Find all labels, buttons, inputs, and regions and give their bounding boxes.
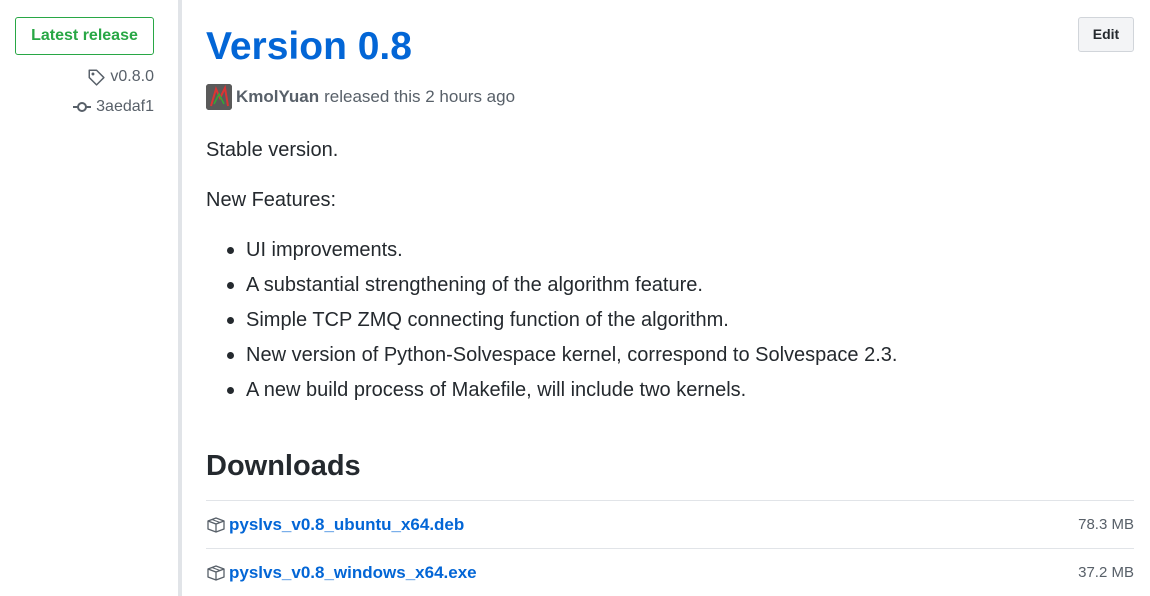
release-body: Version 0.8 Edit KmolYuan released this … (206, 0, 1134, 596)
download-link[interactable]: pyslvs_v0.8_ubuntu_x64.deb (229, 515, 464, 535)
edit-button[interactable]: Edit (1078, 17, 1134, 52)
release-intro: Stable version. (206, 139, 339, 161)
download-size: 37.2 MB (1078, 564, 1134, 581)
release-page: Latest release v0.8.0 3aedaf1 Version 0.… (0, 0, 1150, 596)
tag-icon (87, 68, 106, 86)
latest-release-badge[interactable]: Latest release (15, 17, 154, 55)
list-item: A new build process of Makefile, will in… (206, 378, 897, 413)
release-byline: KmolYuan released this 2 hours ago (206, 84, 515, 110)
release-meta: Latest release v0.8.0 3aedaf1 (0, 0, 180, 596)
commit-icon (73, 100, 92, 114)
download-row[interactable]: pyslvs_v0.8_windows_x64.exe 37.2 MB (206, 548, 1134, 596)
package-icon (206, 564, 226, 582)
features-list: UI improvements. A substantial strengthe… (206, 238, 897, 413)
author-link[interactable]: KmolYuan (236, 87, 319, 107)
avatar[interactable] (206, 84, 232, 110)
list-item: New version of Python-Solvespace kernel,… (206, 343, 897, 378)
list-item: A substantial strengthening of the algor… (206, 273, 897, 308)
commit-link[interactable]: 3aedaf1 (73, 98, 154, 116)
column-divider (178, 0, 182, 596)
download-link[interactable]: pyslvs_v0.8_windows_x64.exe (229, 563, 477, 583)
commit-label: 3aedaf1 (96, 98, 154, 115)
tag-link[interactable]: v0.8.0 (87, 68, 154, 86)
tag-label: v0.8.0 (110, 68, 154, 85)
released-time: released this 2 hours ago (324, 87, 516, 106)
download-size: 78.3 MB (1078, 516, 1134, 533)
download-row[interactable]: pyslvs_v0.8_ubuntu_x64.deb 78.3 MB (206, 500, 1134, 548)
list-item: Simple TCP ZMQ connecting function of th… (206, 308, 897, 343)
release-title[interactable]: Version 0.8 (206, 24, 412, 70)
list-item: UI improvements. (206, 238, 897, 273)
downloads-heading: Downloads (206, 450, 361, 482)
features-heading: New Features: (206, 189, 337, 211)
package-icon (206, 516, 226, 534)
